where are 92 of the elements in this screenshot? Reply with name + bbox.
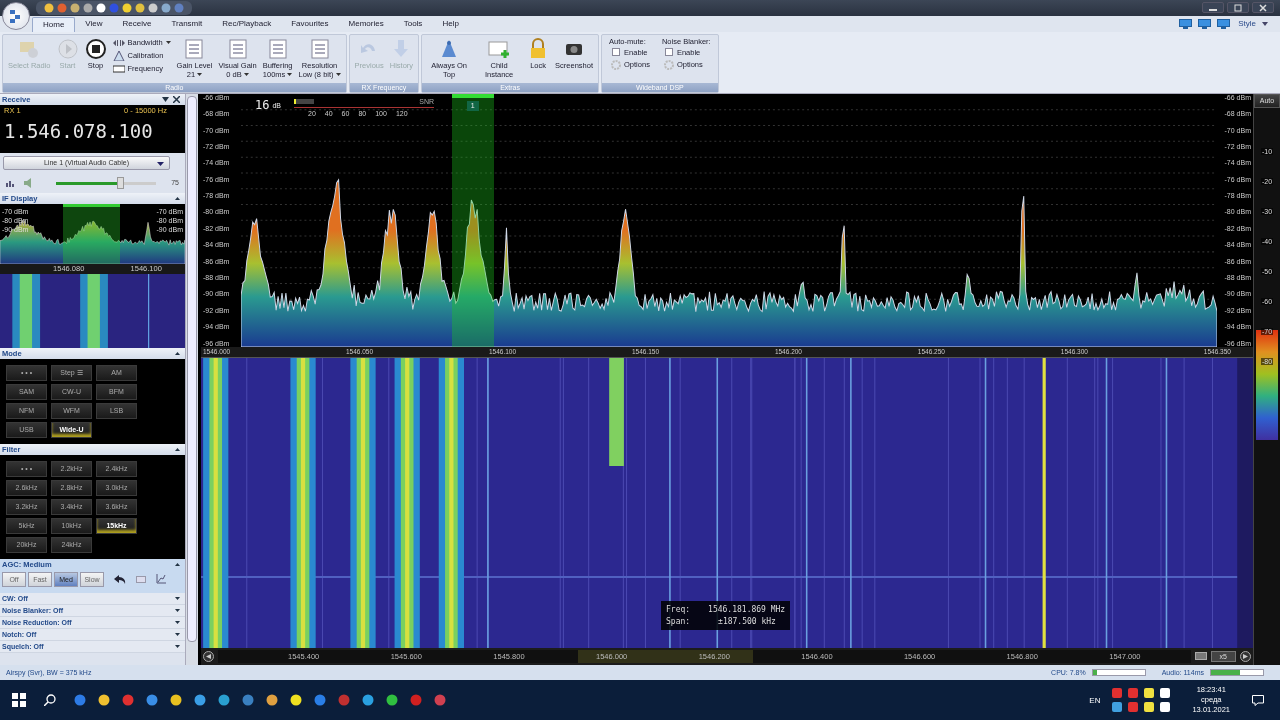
restore-icon xyxy=(1234,3,1242,12)
monitor-icon[interactable] xyxy=(1179,18,1193,29)
ribbon-tab[interactable]: Transmit xyxy=(161,16,213,32)
caret-icon[interactable] xyxy=(162,96,169,102)
tray-icon[interactable] xyxy=(1144,688,1155,699)
ribbon-tab[interactable]: Home xyxy=(32,16,76,32)
tooltip-value: ±187.500 kHz xyxy=(717,616,777,626)
tray-icon[interactable] xyxy=(1112,702,1123,713)
play-icon xyxy=(56,37,79,60)
volume-thumb[interactable] xyxy=(117,176,124,189)
notification-icon[interactable] xyxy=(1252,694,1264,706)
start-button[interactable] xyxy=(12,693,26,708)
list-icon xyxy=(266,37,289,60)
frequency-icon xyxy=(112,63,125,74)
caret-icon xyxy=(175,596,180,600)
ribbon-tab[interactable]: Rec/Playback xyxy=(212,16,282,32)
tooltip-label: Span: xyxy=(666,616,691,626)
frequency-readout: 1.546.078.100 xyxy=(4,119,154,142)
close-icon[interactable] xyxy=(173,95,180,103)
list-icon xyxy=(183,37,206,60)
ribbon-tab[interactable]: View xyxy=(75,16,113,32)
left-arrow-icon xyxy=(206,653,211,659)
close-icon xyxy=(1259,3,1267,12)
toolbar-icon[interactable] xyxy=(96,2,106,13)
gear-icon xyxy=(611,59,622,70)
search-icon[interactable] xyxy=(44,694,56,707)
toolbar-icon[interactable] xyxy=(44,2,54,13)
collapse-icon[interactable] xyxy=(175,196,180,200)
caret-icon xyxy=(197,73,203,77)
scrollbar[interactable] xyxy=(185,93,198,666)
tray-icon[interactable] xyxy=(1160,688,1171,699)
caret-icon xyxy=(335,73,341,77)
style-menu[interactable]: Style xyxy=(1236,19,1258,29)
collapse-icon[interactable] xyxy=(175,447,180,451)
app-menu-button[interactable] xyxy=(2,2,30,30)
taskbar-app-icon[interactable] xyxy=(170,694,182,707)
triangle-icon xyxy=(112,50,125,61)
gear-icon xyxy=(663,59,674,70)
tray-icon[interactable] xyxy=(1144,702,1155,713)
taskbar-app-icon[interactable] xyxy=(194,694,206,707)
caret-icon xyxy=(175,644,180,648)
stop-icon xyxy=(84,37,107,60)
taskbar-app-icon[interactable] xyxy=(290,694,302,707)
ribbon-tab[interactable]: Tools xyxy=(393,16,433,32)
window-icon[interactable] xyxy=(1194,652,1207,661)
taskbar-app-icon[interactable] xyxy=(146,694,158,707)
minimize-button[interactable] xyxy=(1202,2,1224,14)
toolbar-icon[interactable] xyxy=(148,2,158,13)
restore-button[interactable] xyxy=(1227,2,1249,14)
right-arrow-icon xyxy=(1243,653,1248,659)
bandwidth-icon xyxy=(112,37,125,48)
monitor-icon[interactable] xyxy=(1217,18,1231,29)
tooltip-value: 1546.181.869 MHz xyxy=(708,604,786,614)
collapse-icon[interactable] xyxy=(175,562,180,566)
volume-slider[interactable] xyxy=(56,176,156,189)
ribbon-tab[interactable]: Help xyxy=(432,16,469,32)
caret-icon xyxy=(157,161,164,166)
tooltip-label: Freq: xyxy=(666,604,691,614)
ribbon-tab[interactable]: Memories xyxy=(338,16,394,32)
monitor-icon[interactable] xyxy=(1198,18,1212,29)
toolbar-icon[interactable] xyxy=(161,2,171,13)
equalizer-icon[interactable] xyxy=(6,178,16,187)
collapse-icon[interactable] xyxy=(175,351,180,355)
taskbar-app-icon[interactable] xyxy=(218,694,230,707)
scroll-right-button[interactable] xyxy=(1240,650,1251,662)
taskbar-app-icon[interactable] xyxy=(362,694,374,707)
toolbar-icon[interactable] xyxy=(83,2,93,13)
caret-icon xyxy=(1262,21,1268,26)
snr-value: 16 xyxy=(255,97,270,112)
filter-passband[interactable] xyxy=(63,203,120,264)
toolbar-icon[interactable] xyxy=(122,2,132,13)
ribbon-tab[interactable]: Favourites xyxy=(281,16,339,32)
taskbar-app-icon[interactable] xyxy=(266,694,278,707)
caret-icon xyxy=(175,632,180,636)
tray-icon[interactable] xyxy=(1160,702,1171,713)
caret-icon xyxy=(175,608,180,612)
caret-icon xyxy=(165,41,171,45)
toolbar-icon[interactable] xyxy=(70,2,80,13)
list-icon xyxy=(308,37,331,60)
list-icon xyxy=(226,37,249,60)
ribbon-tab[interactable]: Receive xyxy=(112,16,162,32)
caret-icon xyxy=(175,620,180,624)
undo-icon[interactable] xyxy=(114,574,126,584)
caret-icon xyxy=(243,73,249,77)
language-indicator[interactable]: EN xyxy=(1089,695,1101,705)
scroll-left-button[interactable] xyxy=(203,650,214,662)
caret-icon xyxy=(287,73,293,77)
taskbar-app-icon[interactable] xyxy=(386,694,398,707)
graph-icon[interactable] xyxy=(156,574,166,585)
close-button[interactable] xyxy=(1252,2,1274,14)
toolbar-icon[interactable] xyxy=(135,2,145,13)
taskbar-app-icon[interactable] xyxy=(98,694,110,707)
